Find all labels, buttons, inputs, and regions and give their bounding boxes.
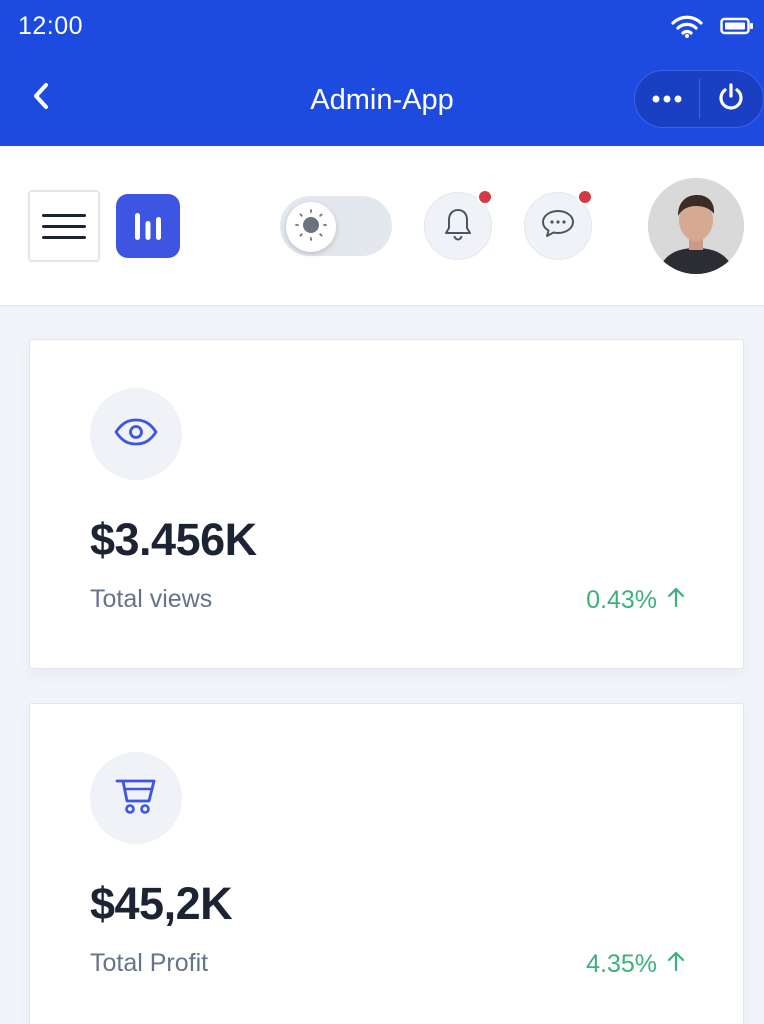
theme-toggle[interactable] [280,196,392,256]
chat-icon [540,208,576,245]
bell-icon [442,207,474,246]
stat-value: $3.456K [90,514,257,565]
menu-button[interactable] [28,190,100,262]
sun-icon [294,208,328,247]
menu-icon-line [42,235,86,239]
battery-icon [720,16,754,41]
stat-card-profit: $45,2K Total Profit 4.35% [29,703,744,1024]
avatar[interactable] [648,178,744,274]
stat-change-value: 0.43% [586,586,657,614]
power-icon [716,82,746,117]
app-bar: Admin-App [0,52,764,146]
more-button[interactable] [635,71,699,127]
stat-value: $45,2K [90,878,233,929]
message-dot [577,189,593,205]
dashboard-header [0,146,764,306]
arrow-up-icon [667,950,685,979]
status-bar: 12:00 [0,0,764,52]
arrow-up-icon [667,586,685,615]
cart-icon [114,775,158,822]
messages-button[interactable] [524,189,593,260]
notifications-button[interactable] [424,189,493,260]
stat-change: 4.35% [586,950,685,979]
more-icon [652,90,682,108]
stat-label: Total views [90,585,213,613]
wifi-icon [670,14,704,43]
notification-dot [477,189,493,205]
eye-icon [113,417,159,452]
menu-icon-line [42,224,86,228]
card-icon-wrapper [90,388,182,480]
card-icon-wrapper [90,752,182,844]
stat-card-views: $3.456K Total views 0.43% [29,339,744,669]
stat-change-value: 4.35% [586,950,657,978]
stat-label: Total Profit [90,949,209,977]
power-button[interactable] [700,71,764,127]
chart-logo-icon[interactable] [116,194,180,258]
stat-change: 0.43% [586,586,685,615]
app-capsule [634,70,764,128]
menu-icon-line [42,213,86,217]
toggle-knob [286,202,336,252]
status-icons [670,14,754,43]
status-time: 12:00 [18,12,84,40]
